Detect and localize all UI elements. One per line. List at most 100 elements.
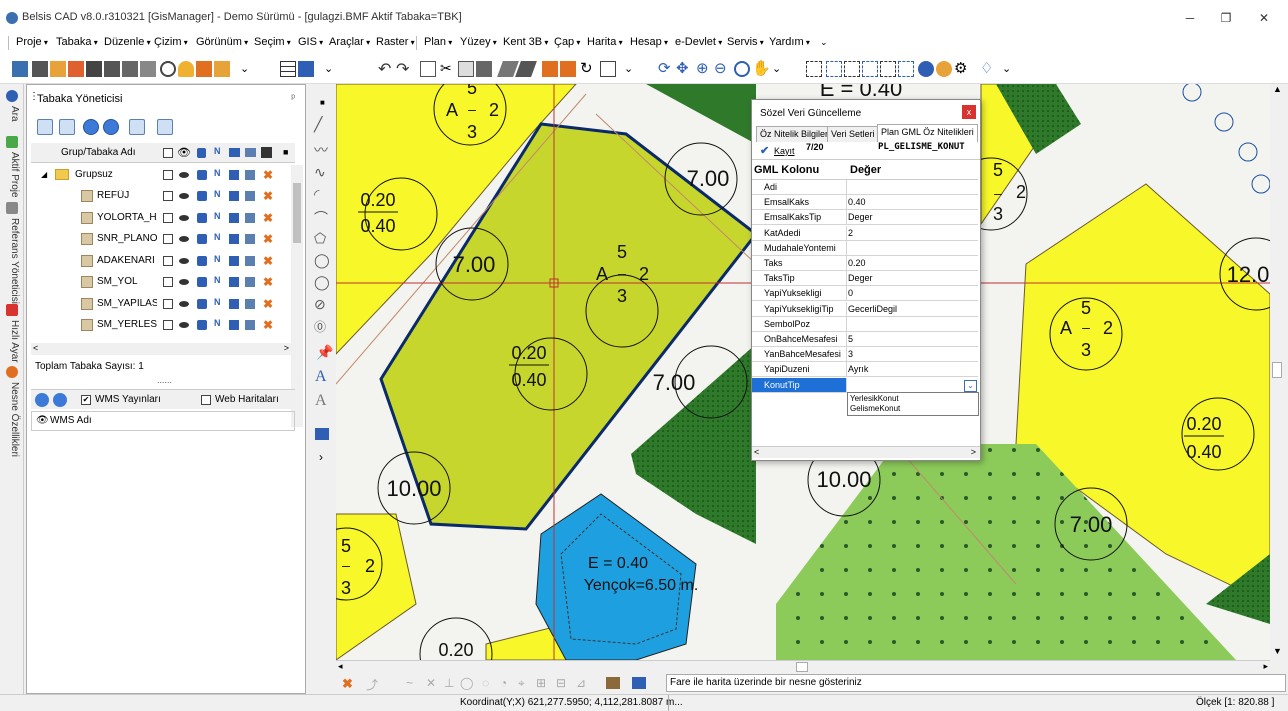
layer-tree-icon[interactable] — [37, 119, 53, 135]
layer-name[interactable]: SM_YOL — [97, 276, 157, 287]
menu-yuzey[interactable]: Yüzey — [460, 36, 497, 48]
cut-icon[interactable]: ✂ — [440, 60, 452, 77]
map-scroll-left-icon[interactable]: ◂ — [338, 661, 343, 672]
layer-row[interactable]: SM_YERLESIM N ✖ — [31, 315, 295, 336]
arc-tool-icon[interactable]: ◜ — [314, 186, 319, 203]
menu-araclar[interactable]: Araçlar — [329, 36, 370, 48]
group-delete-icon[interactable]: ✖ — [263, 169, 273, 181]
tab-nesne[interactable]: Nesne Özellikleri — [4, 382, 20, 457]
pin-tool-icon[interactable]: 📌 — [316, 344, 333, 361]
layer-delete-icon[interactable]: ✖ — [263, 276, 273, 288]
menu-gorunum[interactable]: Görünüm — [196, 36, 248, 48]
layer-row[interactable]: SNR_PLANONA N ✖ — [31, 229, 295, 250]
layer-delete-icon[interactable]: ✖ — [263, 298, 273, 310]
add-layer-icon[interactable] — [83, 119, 99, 135]
layer-plot-icon[interactable] — [245, 298, 255, 309]
select-window-icon[interactable] — [806, 61, 822, 77]
layers-icon[interactable] — [298, 61, 314, 77]
select-cross-icon[interactable] — [826, 61, 842, 77]
settings-icon[interactable]: ⚙ — [954, 59, 967, 77]
gml-attribute-row[interactable]: Adi — [752, 180, 978, 195]
menu-overflow-icon[interactable]: ⌄ — [820, 37, 828, 48]
remove-layer-icon[interactable] — [103, 119, 119, 135]
layer-row[interactable]: REFÜJ N ✖ — [31, 186, 295, 207]
hscroll-thumb[interactable] — [796, 662, 808, 672]
menu-kent3b[interactable]: Kent 3B — [503, 36, 548, 48]
scroll-left-icon[interactable]: < — [33, 343, 38, 353]
menu-cap[interactable]: Çap — [554, 36, 580, 48]
gml-attribute-row[interactable]: MudahaleYontemi — [752, 240, 978, 256]
layer-delete-icon[interactable]: ✖ — [263, 233, 273, 245]
close-button[interactable]: ✕ — [1244, 6, 1284, 30]
tab-aktif-proje[interactable]: Aktif Proje — [4, 152, 20, 198]
object-props-icon[interactable] — [6, 366, 18, 378]
snap-node-icon[interactable]: ⊞ — [536, 676, 546, 690]
layer-delete-icon[interactable]: ✖ — [263, 212, 273, 224]
scroll-up-icon[interactable]: ▲ — [1273, 84, 1282, 94]
zoom-window-icon[interactable] — [734, 61, 750, 77]
layer-lock-icon[interactable] — [197, 234, 207, 244]
scroll-thumb[interactable] — [293, 183, 301, 243]
layer-lock-icon[interactable] — [197, 212, 207, 223]
layer-eye-icon[interactable] — [179, 279, 189, 285]
collapse-arrow-icon[interactable]: ◢ — [41, 170, 47, 179]
copy-move-icon[interactable] — [560, 61, 576, 77]
layer-eye-icon[interactable] — [179, 214, 189, 221]
new-file-icon[interactable] — [12, 61, 28, 77]
polyline-tool-icon[interactable]: 〰 — [314, 140, 328, 160]
layer-lock-icon[interactable] — [197, 277, 207, 287]
group-print-icon[interactable] — [229, 170, 239, 180]
menu-gis[interactable]: GIS — [298, 36, 323, 48]
group-visible-check[interactable] — [163, 170, 173, 180]
layer-visible-check[interactable] — [163, 320, 173, 330]
menu-tabaka[interactable]: Tabaka — [56, 36, 98, 48]
layer-list-scrollbar[interactable] — [291, 165, 303, 427]
select-all-icon[interactable] — [880, 61, 896, 77]
menu-raster[interactable]: Raster — [376, 36, 415, 48]
gml-value[interactable]: Deger — [848, 273, 873, 283]
snap-int-icon[interactable]: ✕ — [426, 676, 436, 690]
print-icon[interactable] — [122, 61, 138, 77]
group-plot-icon[interactable] — [245, 170, 255, 180]
layer-lock-icon[interactable] — [197, 191, 207, 201]
more-tools-icon[interactable]: › — [319, 450, 323, 464]
text-tool-icon[interactable]: A — [315, 368, 327, 386]
layer-name[interactable]: SM_YERLESIM — [97, 319, 157, 330]
layer-visible-check[interactable] — [163, 277, 173, 287]
layer-print-icon[interactable] — [229, 191, 239, 201]
point-tool-icon[interactable]: ■ — [320, 98, 325, 107]
zoom-out-icon[interactable]: ⊖ — [714, 59, 727, 77]
layer-name[interactable]: REFÜJ — [97, 190, 157, 201]
menu-proje[interactable]: Proje — [16, 36, 48, 48]
gml-attribute-row[interactable]: EmsalKaks 0.40 — [752, 195, 978, 211]
layer-lock-icon[interactable] — [197, 255, 207, 266]
wms-remove-icon[interactable] — [53, 393, 67, 407]
layer-row[interactable]: YOLORTA_HAT N ✖ — [31, 208, 295, 229]
pt-tool-icon[interactable]: ⓪ — [314, 318, 326, 335]
layer-snap-icon[interactable]: N — [214, 275, 224, 285]
dialog-hscrollbar[interactable]: < > — [752, 446, 980, 458]
image-tool-icon[interactable] — [315, 428, 329, 440]
dialog-scroll-left-icon[interactable]: < — [754, 447, 759, 457]
snap-quad-icon[interactable]: ◌ — [482, 676, 489, 690]
toolbar-dropdown-icon-5[interactable]: ⌄ — [1002, 62, 1011, 75]
maximize-button[interactable]: ❐ — [1206, 6, 1246, 30]
redo-icon[interactable]: ↷ — [396, 59, 409, 79]
help-icon[interactable] — [918, 61, 934, 77]
save-button[interactable]: Kayıt — [774, 146, 795, 156]
menu-duzenle[interactable]: Düzenle — [104, 36, 151, 48]
snap-mid-icon[interactable]: ~ — [406, 676, 413, 690]
move-icon[interactable] — [542, 61, 558, 77]
gml-value[interactable]: 2 — [848, 228, 853, 238]
wms-eye-icon[interactable]: 👁 — [36, 415, 49, 426]
tab-oz-nitelik[interactable]: Öz Nitelik Bilgileri — [756, 126, 835, 142]
snap-settings-icon[interactable] — [606, 677, 620, 689]
header-snap-icon[interactable]: N — [214, 146, 221, 156]
dropdown-option-gelisme[interactable]: GelismeKonut — [850, 404, 900, 413]
snap-perp-icon[interactable]: ⊥ — [444, 676, 454, 690]
header-more-icon[interactable]: ■ — [283, 147, 288, 157]
konut-tip-dropdown-list[interactable]: YerlesikKonut GelismeKonut — [847, 392, 979, 416]
layer-name[interactable]: YOLORTA_HAT — [97, 212, 157, 223]
layer-merge-icon[interactable] — [157, 119, 173, 135]
layer-plot-icon[interactable] — [245, 234, 255, 244]
